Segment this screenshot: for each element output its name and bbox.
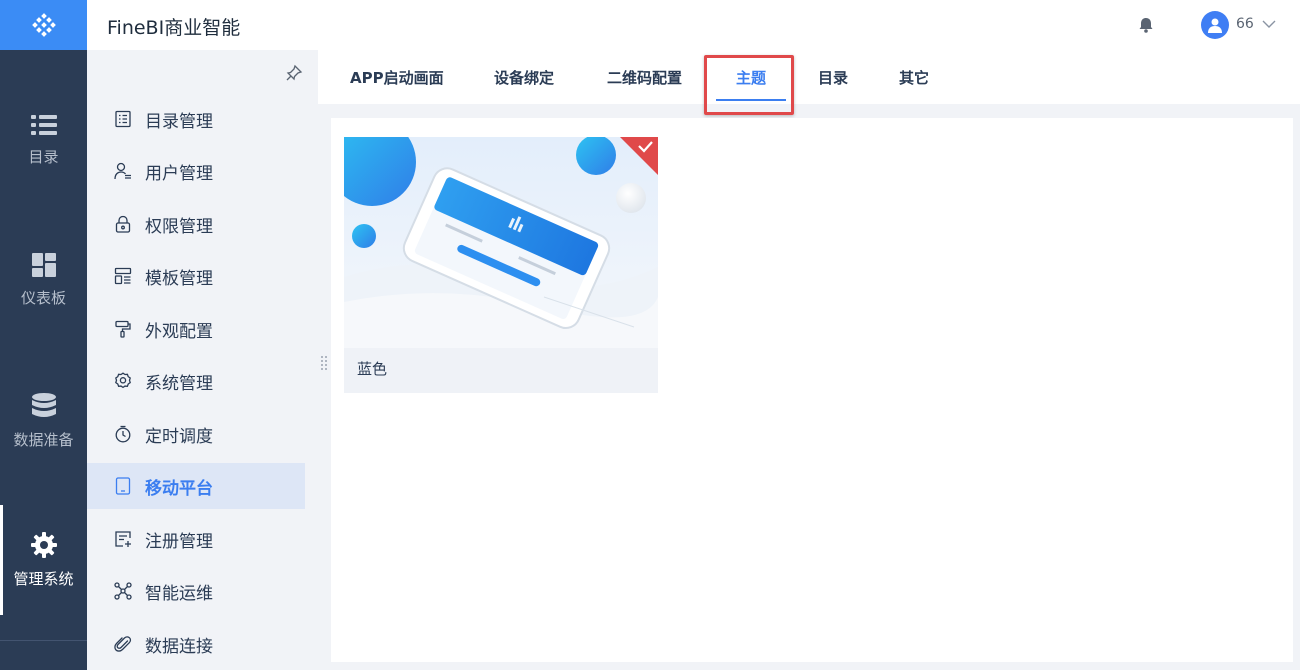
user-avatar-icon <box>1208 18 1222 33</box>
timer-icon <box>113 424 133 444</box>
username[interactable]: 66 <box>1236 16 1254 32</box>
tab-device-binding[interactable]: 设备绑定 <box>494 50 554 104</box>
submenu-item-label: 注册管理 <box>145 531 213 552</box>
submenu-item-data-connection[interactable]: 数据连接 <box>87 621 305 667</box>
template-icon <box>113 266 133 286</box>
submenu-item-label: 移动平台 <box>145 478 213 499</box>
pin-button[interactable] <box>285 64 303 86</box>
paperclip-icon <box>113 634 133 654</box>
annotation-highlight-box <box>704 55 794 115</box>
submenu-item-template-manage[interactable]: 模板管理 <box>87 253 305 299</box>
submenu-item-label: 模板管理 <box>145 268 213 289</box>
user-menu-toggle[interactable] <box>1262 16 1276 35</box>
register-icon <box>113 529 133 549</box>
primary-nav-rail: 目录 仪表板 数据准备 管理系统 <box>0 0 87 670</box>
dashboard-icon <box>31 252 56 277</box>
chevron-down-icon <box>1262 20 1276 28</box>
phone-illustration <box>344 137 658 348</box>
rail-item-catalog[interactable]: 目录 <box>0 85 87 195</box>
app-title: FineBI商业智能 <box>107 17 241 39</box>
user-manage-icon <box>113 161 133 181</box>
tab-qrcode-config[interactable]: 二维码配置 <box>607 50 682 104</box>
tablet-icon <box>113 476 133 496</box>
diamond-logo-icon <box>31 13 56 37</box>
rail-item-admin-system[interactable]: 管理系统 <box>0 505 87 615</box>
notification-button[interactable] <box>1137 16 1155 38</box>
submenu-item-label: 数据连接 <box>145 636 213 657</box>
submenu-item-label: 外观配置 <box>145 321 213 342</box>
rail-item-label: 目录 <box>28 147 59 166</box>
settings-icon <box>113 371 133 391</box>
submenu-item-appearance-config[interactable]: 外观配置 <box>87 306 305 352</box>
submenu-item-system-manage[interactable]: 系统管理 <box>87 358 305 404</box>
rail-item-label: 管理系统 <box>13 569 74 588</box>
rail-item-dashboard[interactable]: 仪表板 <box>0 225 87 335</box>
network-icon <box>113 581 133 601</box>
theme-content-panel: 蓝色 <box>331 118 1293 662</box>
lock-icon <box>113 214 133 234</box>
theme-card-blue[interactable]: 蓝色 <box>344 137 658 393</box>
tab-other[interactable]: 其它 <box>899 50 929 104</box>
submenu-item-label: 定时调度 <box>145 426 213 447</box>
user-avatar[interactable] <box>1201 11 1229 39</box>
submenu-item-schedule[interactable]: 定时调度 <box>87 411 305 457</box>
rail-item-label: 数据准备 <box>13 430 74 449</box>
theme-preview-image <box>344 137 658 348</box>
bell-icon <box>1139 18 1153 33</box>
mobile-platform-tabs: APP启动画面 设备绑定 二维码配置 主题 目录 其它 <box>318 50 1300 104</box>
theme-card-label: 蓝色 <box>357 360 388 378</box>
tab-catalog[interactable]: 目录 <box>818 50 848 104</box>
rail-item-data-prep[interactable]: 数据准备 <box>0 366 87 476</box>
submenu-item-label: 系统管理 <box>145 373 213 394</box>
app-logo[interactable] <box>0 0 87 50</box>
submenu-item-label: 目录管理 <box>145 111 213 132</box>
submenu-item-smart-ops[interactable]: 智能运维 <box>87 568 305 614</box>
admin-submenu: 目录管理 用户管理 权限管理 模板管理 外观配置 系统管理 定时调度 移动平台 … <box>87 50 318 670</box>
submenu-item-permission-manage[interactable]: 权限管理 <box>87 201 305 247</box>
submenu-item-mobile-platform[interactable]: 移动平台 <box>87 463 305 509</box>
submenu-item-catalog-manage[interactable]: 目录管理 <box>87 96 305 142</box>
submenu-item-label: 权限管理 <box>145 216 213 237</box>
rail-divider <box>0 640 87 641</box>
top-header: FineBI商业智能 66 <box>87 0 1300 50</box>
paint-roller-icon <box>113 319 133 339</box>
tab-app-splash[interactable]: APP启动画面 <box>350 50 444 104</box>
database-icon <box>31 392 56 417</box>
submenu-item-label: 智能运维 <box>145 583 213 604</box>
catalog-icon <box>113 109 133 129</box>
submenu-item-label: 用户管理 <box>145 163 213 184</box>
rail-item-label: 仪表板 <box>20 288 66 307</box>
submenu-item-registration[interactable]: 注册管理 <box>87 516 305 562</box>
gear-icon <box>30 531 57 558</box>
list-icon <box>30 114 57 135</box>
submenu-item-user-manage[interactable]: 用户管理 <box>87 148 305 194</box>
pin-icon <box>286 64 303 81</box>
panel-resize-handle[interactable] <box>320 355 328 375</box>
selected-badge <box>620 137 658 175</box>
drag-handle-icon <box>321 356 327 370</box>
